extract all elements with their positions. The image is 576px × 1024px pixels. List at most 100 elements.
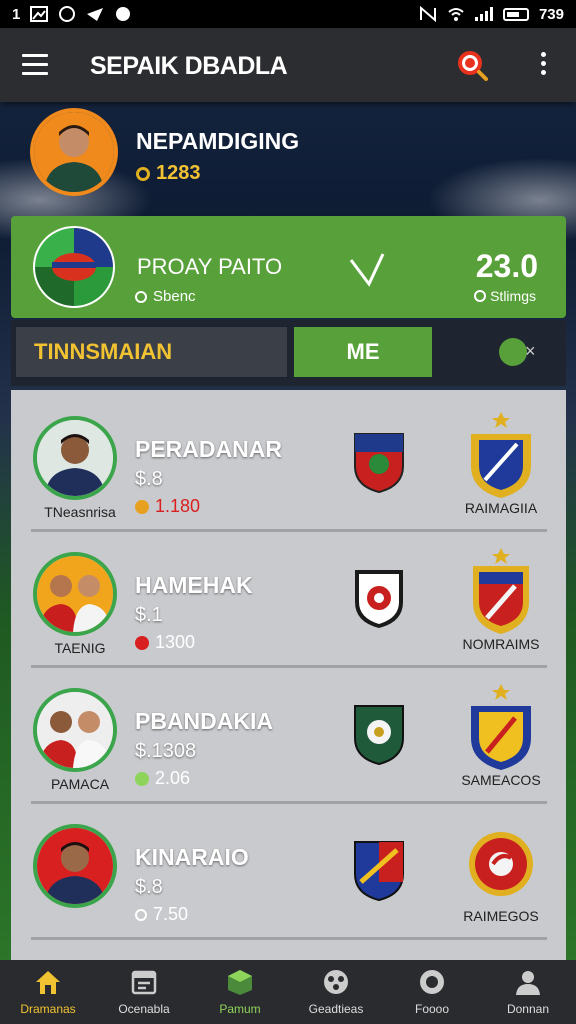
nav-item-calendar[interactable]: Ocenabla	[96, 960, 192, 1024]
club-label: RAIMAGIIA	[464, 500, 538, 516]
club-crest-icon[interactable]	[465, 682, 537, 772]
player-price: $.8	[135, 876, 163, 898]
app-bar: SEPAIK DBADLA	[0, 28, 576, 102]
player-stat-value: 1300	[155, 632, 196, 652]
feature-card-score-subtitle: Stlimgs	[474, 288, 536, 304]
circle-icon	[420, 970, 444, 994]
hamburger-menu-icon[interactable]	[22, 54, 48, 76]
checkmark-icon	[349, 253, 385, 287]
player-price: $.1308	[135, 740, 197, 762]
club-crest-icon[interactable]	[465, 546, 537, 636]
box-icon	[228, 970, 252, 995]
list-item[interactable]: KINARAIO $.8 7.50 RAIMEGOS	[11, 804, 566, 940]
nav-item-stats[interactable]: Foooo	[384, 960, 480, 1024]
club-crest-icon[interactable]	[353, 566, 405, 630]
list-item[interactable]: TNeasnrisa PERADANAR $.8 1.180 RAIMAGIIA	[11, 396, 566, 532]
stat-dot-icon	[135, 635, 149, 650]
calendar-icon	[131, 970, 157, 995]
tab-transfers[interactable]: TINNSMAIAN	[16, 327, 287, 377]
player-stat: 7.50	[135, 904, 188, 925]
player-name: KINARAIO	[135, 844, 249, 870]
image-icon	[30, 6, 49, 22]
feature-card-title: PROAY PAITO	[137, 254, 283, 279]
player-list: TNeasnrisa PERADANAR $.8 1.180 RAIMAGIIA	[11, 390, 566, 960]
user-icon	[516, 971, 540, 995]
battery-icon	[502, 7, 529, 21]
player-price: $.1	[135, 604, 163, 626]
feature-card-score-label: Stlimgs	[490, 288, 536, 304]
player-portrait-icon	[37, 828, 113, 904]
row-divider	[31, 937, 547, 940]
home-icon	[36, 971, 60, 994]
player-stat-value: 1.180	[155, 496, 201, 516]
nav-item-matches[interactable]: Geadtieas	[288, 960, 384, 1024]
filter-toggle[interactable]: ×	[499, 338, 541, 368]
toggle-knob	[499, 338, 527, 366]
player-portrait-icon	[34, 112, 114, 192]
player-caption: PAMACA	[50, 776, 110, 792]
feature-card-subtitle-row: Sbenc	[135, 288, 196, 305]
send-icon	[87, 8, 104, 21]
club-crest-icon[interactable]	[465, 410, 537, 500]
coin-value: 1283	[156, 162, 201, 184]
player-avatar	[33, 552, 117, 636]
player-name: PBANDAKIA	[135, 708, 273, 734]
nfc-icon	[419, 6, 436, 22]
wifi-icon	[448, 8, 464, 21]
tab-row: TINNSMAIAN ME ×	[11, 320, 566, 386]
nav-label: Pamum	[219, 1002, 261, 1016]
close-icon: ×	[525, 341, 536, 361]
player-portrait-icon	[37, 420, 113, 496]
club-label: RAIMEGOS	[463, 908, 539, 924]
feature-card-score: 23.0	[475, 248, 538, 284]
status-time: 739	[538, 5, 564, 23]
player-caption: TAENIG	[54, 640, 106, 656]
ring-icon	[135, 290, 147, 303]
list-item[interactable]: TAENIG HAMEHAK $.1 1300 NOMRAIMS	[11, 532, 566, 668]
chat-icon	[59, 6, 76, 22]
profile-coins: 1283	[136, 162, 201, 185]
player-name: PERADANAR	[135, 436, 282, 462]
list-item[interactable]: PAMACA PBANDAKIA $.1308 2.06 SAMEACOS	[11, 668, 566, 804]
status-bar: 1 739	[0, 0, 576, 28]
player-avatar	[33, 824, 117, 908]
soccer-ball-icon	[324, 970, 348, 994]
status-left-text: 1	[12, 5, 21, 23]
feature-card[interactable]: PROAY PAITO Sbenc 23.0 Stlimgs	[11, 216, 566, 318]
player-stat-value: 7.50	[153, 904, 189, 924]
player-stat: 2.06	[135, 768, 190, 789]
profile-name: NEPAMDIGING	[136, 128, 300, 154]
ring-icon	[474, 290, 487, 302]
stat-dot-icon	[135, 771, 149, 786]
nav-label: Ocenabla	[118, 1002, 170, 1016]
club-crest-icon[interactable]	[353, 702, 405, 766]
more-options-icon[interactable]	[538, 52, 548, 80]
club-crest-icon[interactable]	[353, 430, 405, 494]
feature-card-subtitle: Sbenc	[153, 288, 196, 305]
nav-label: Donnan	[506, 1002, 550, 1016]
nav-item-pack[interactable]: Pamum	[192, 960, 288, 1024]
profile-avatar[interactable]	[30, 108, 118, 196]
player-avatar	[33, 416, 117, 500]
nav-item-home[interactable]: Dramanas	[0, 960, 96, 1024]
player-portrait-icon	[37, 556, 113, 632]
player-price: $.8	[135, 468, 163, 490]
club-label: NOMRAIMS	[462, 636, 540, 652]
nav-item-profile[interactable]: Donnan	[480, 960, 576, 1024]
coin-icon	[136, 166, 150, 181]
player-caption: TNeasnrisa	[44, 504, 116, 520]
player-avatar	[33, 688, 117, 772]
nav-label: Geadtieas	[308, 1002, 364, 1016]
player-name: HAMEHAK	[135, 572, 253, 598]
stat-dot-icon	[135, 499, 149, 514]
stat-ring-icon	[135, 908, 147, 921]
team-logo-icon	[33, 226, 115, 308]
search-icon[interactable]	[455, 48, 489, 82]
tab-me[interactable]: ME	[294, 327, 432, 377]
club-crest-icon[interactable]	[353, 838, 405, 902]
nav-label: Dramanas	[20, 1002, 76, 1016]
club-label: SAMEACOS	[461, 772, 541, 788]
club-crest-icon[interactable]	[465, 818, 537, 908]
player-stat: 1.180	[135, 496, 200, 517]
player-stat-value: 2.06	[155, 768, 191, 788]
